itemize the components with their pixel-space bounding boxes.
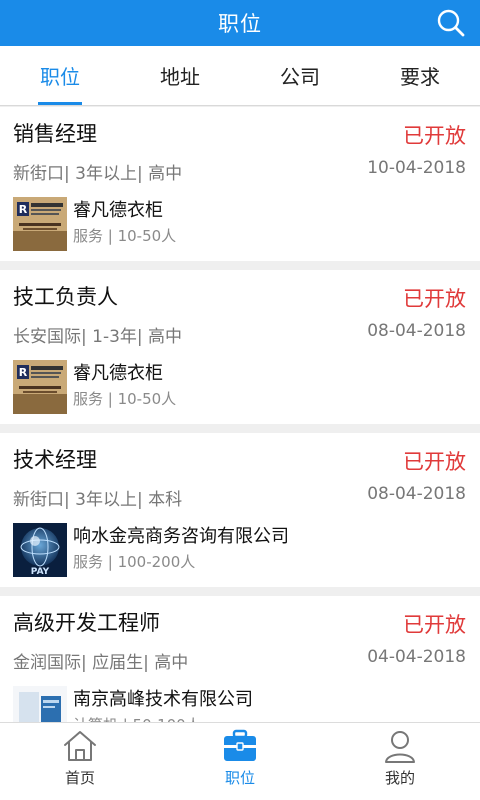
nav-jobs[interactable]: 职位: [160, 723, 320, 800]
home-icon: [64, 731, 96, 761]
job-meta: 长安国际| 1-3年| 高中: [13, 327, 183, 347]
briefcase-icon: [224, 729, 256, 761]
tab-company[interactable]: 公司: [240, 46, 360, 105]
user-icon: [385, 731, 415, 763]
tab-requirement[interactable]: 要求: [360, 46, 480, 105]
company-info: 服务 | 100-200人: [73, 553, 196, 571]
nav-home[interactable]: 首页: [0, 723, 160, 800]
company-info: 服务 | 10-50人: [73, 390, 177, 408]
nav-home-label: 首页: [64, 769, 95, 787]
company-name: 睿凡德衣柜: [73, 200, 163, 221]
status-badge: 已开放: [403, 124, 466, 148]
company-name: 响水金亮商务咨询有限公司: [73, 526, 289, 547]
globe-pay-logo: PAY: [13, 523, 67, 577]
tab-label: 公司: [280, 65, 320, 89]
job-card[interactable]: 技工负责人 已开放 长安国际| 1-3年| 高中 08-04-2018 R 睿凡…: [0, 270, 480, 424]
job-title: 高级开发工程师: [13, 611, 160, 635]
tab-position[interactable]: 职位: [0, 46, 120, 105]
svg-text:R: R: [19, 203, 28, 216]
company-name: 睿凡德衣柜: [73, 363, 163, 384]
search-icon: [437, 9, 465, 37]
company-name: 南京高峰技术有限公司: [73, 689, 253, 710]
job-card[interactable]: 高级开发工程师 已开放 金润国际| 应届生| 高中 04-04-2018 南京高…: [0, 596, 480, 722]
tab-label: 地址: [160, 65, 200, 89]
tab-bar: 职位 地址 公司 要求: [0, 46, 480, 106]
job-date: 08-04-2018: [367, 484, 466, 504]
status-badge: 已开放: [403, 287, 466, 311]
status-badge: 已开放: [403, 450, 466, 474]
company-info: 计算机 | 50-100人: [73, 714, 201, 722]
tab-label: 职位: [40, 65, 80, 89]
job-title: 销售经理: [13, 122, 97, 146]
svg-text:R: R: [19, 366, 28, 379]
status-badge: 已开放: [403, 613, 466, 637]
bottom-nav: 首页 职位 我的: [0, 722, 480, 800]
company-info: 服务 | 10-50人: [73, 227, 177, 245]
nav-profile-label: 我的: [384, 769, 415, 787]
job-title: 技工负责人: [13, 285, 118, 309]
job-meta: 金润国际| 应届生| 高中: [13, 653, 189, 673]
nav-profile[interactable]: 我的: [320, 723, 480, 800]
job-card[interactable]: 技术经理 已开放 新街口| 3年以上| 本科 08-04-2018 PAY 响水…: [0, 433, 480, 587]
ruifande-logo: R: [13, 360, 67, 414]
app-header: 职位: [0, 0, 480, 46]
app-root: 职位 职位 地址 公司 要求 销售经理 已开放 新街口| 3年以上| 高中 10…: [0, 0, 480, 800]
nav-jobs-label: 职位: [224, 769, 255, 787]
ruifande-logo: R: [13, 197, 67, 251]
tab-address[interactable]: 地址: [120, 46, 240, 105]
job-card[interactable]: 销售经理 已开放 新街口| 3年以上| 高中 10-04-2018 R 睿凡德衣…: [0, 107, 480, 261]
job-title: 技术经理: [13, 448, 97, 472]
job-meta: 新街口| 3年以上| 高中: [13, 164, 183, 184]
job-date: 04-04-2018: [367, 647, 466, 667]
job-list: 销售经理 已开放 新街口| 3年以上| 高中 10-04-2018 R 睿凡德衣…: [0, 107, 480, 722]
page-title: 职位: [218, 12, 262, 36]
job-date: 08-04-2018: [367, 321, 466, 341]
search-button[interactable]: [434, 6, 468, 40]
gaofeng-logo: [13, 686, 67, 722]
job-date: 10-04-2018: [367, 158, 466, 178]
svg-text:PAY: PAY: [31, 567, 50, 577]
job-meta: 新街口| 3年以上| 本科: [13, 490, 183, 510]
tab-label: 要求: [400, 65, 440, 89]
